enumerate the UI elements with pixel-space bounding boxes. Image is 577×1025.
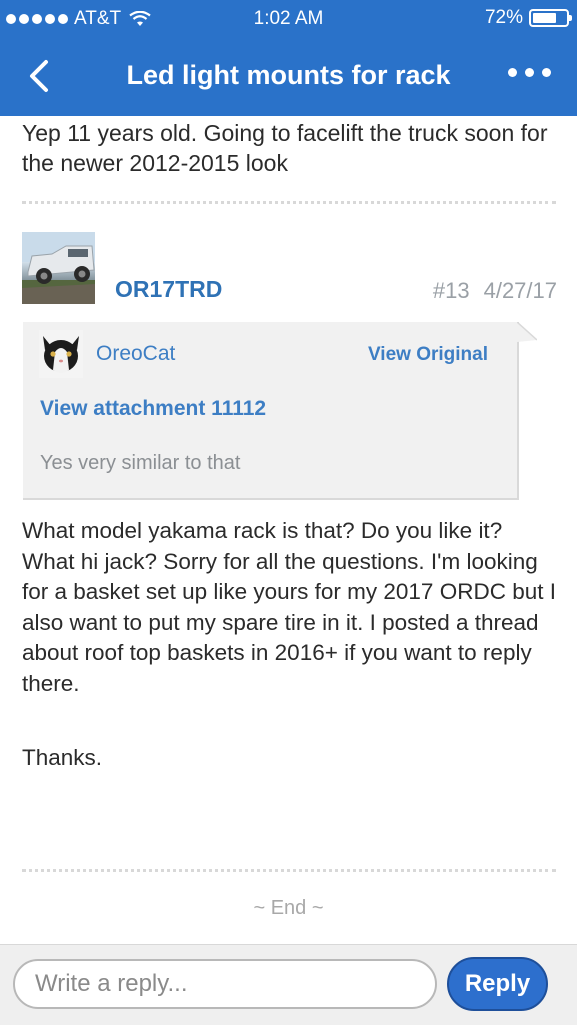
battery-icon [529, 9, 572, 27]
previous-post-text: Yep 11 years old. Going to facelift the … [22, 120, 548, 176]
quote-username[interactable]: OreoCat [96, 342, 175, 366]
post-body: What model yakama rack is that? Do you l… [22, 518, 556, 696]
status-bar: AT&T 1:02 AM 72% [0, 0, 577, 36]
post-divider [22, 201, 556, 204]
truck-photo-icon [22, 232, 95, 304]
author-avatar[interactable] [22, 232, 95, 304]
battery-fill [533, 13, 556, 23]
end-divider [22, 869, 556, 872]
post-signoff: Thanks. [22, 745, 103, 770]
view-attachment-link[interactable]: View attachment 11112 [40, 397, 266, 421]
post-date: 4/27/17 [483, 278, 557, 303]
end-marker: ~ End ~ [253, 897, 324, 919]
post-meta: #13 4/27/17 [433, 278, 557, 304]
thread-title: Led light mounts for rack [126, 60, 451, 90]
more-dots-icon[interactable] [508, 68, 551, 77]
status-right: 72% [484, 7, 572, 29]
view-original-link[interactable]: View Original [368, 344, 488, 366]
reply-bar: Write a reply... Reply [0, 944, 577, 1025]
quote-corner-fold [517, 322, 537, 342]
oreocat-avatar-icon[interactable] [39, 330, 83, 378]
post-number[interactable]: #13 [433, 278, 470, 304]
reply-button[interactable]: Reply [447, 957, 548, 1011]
battery-percent: 72% [484, 7, 523, 28]
post-author[interactable]: OR17TRD [115, 276, 222, 303]
quote-text: Yes very similar to that [40, 452, 241, 474]
reply-input[interactable]: Write a reply... [13, 959, 437, 1009]
nav-bar: Led light mounts for rack [0, 40, 577, 112]
quote-block: OreoCat View Original View attachment 11… [23, 322, 519, 500]
app-header: AT&T 1:02 AM 72% Led light mounts for ra… [0, 0, 577, 116]
